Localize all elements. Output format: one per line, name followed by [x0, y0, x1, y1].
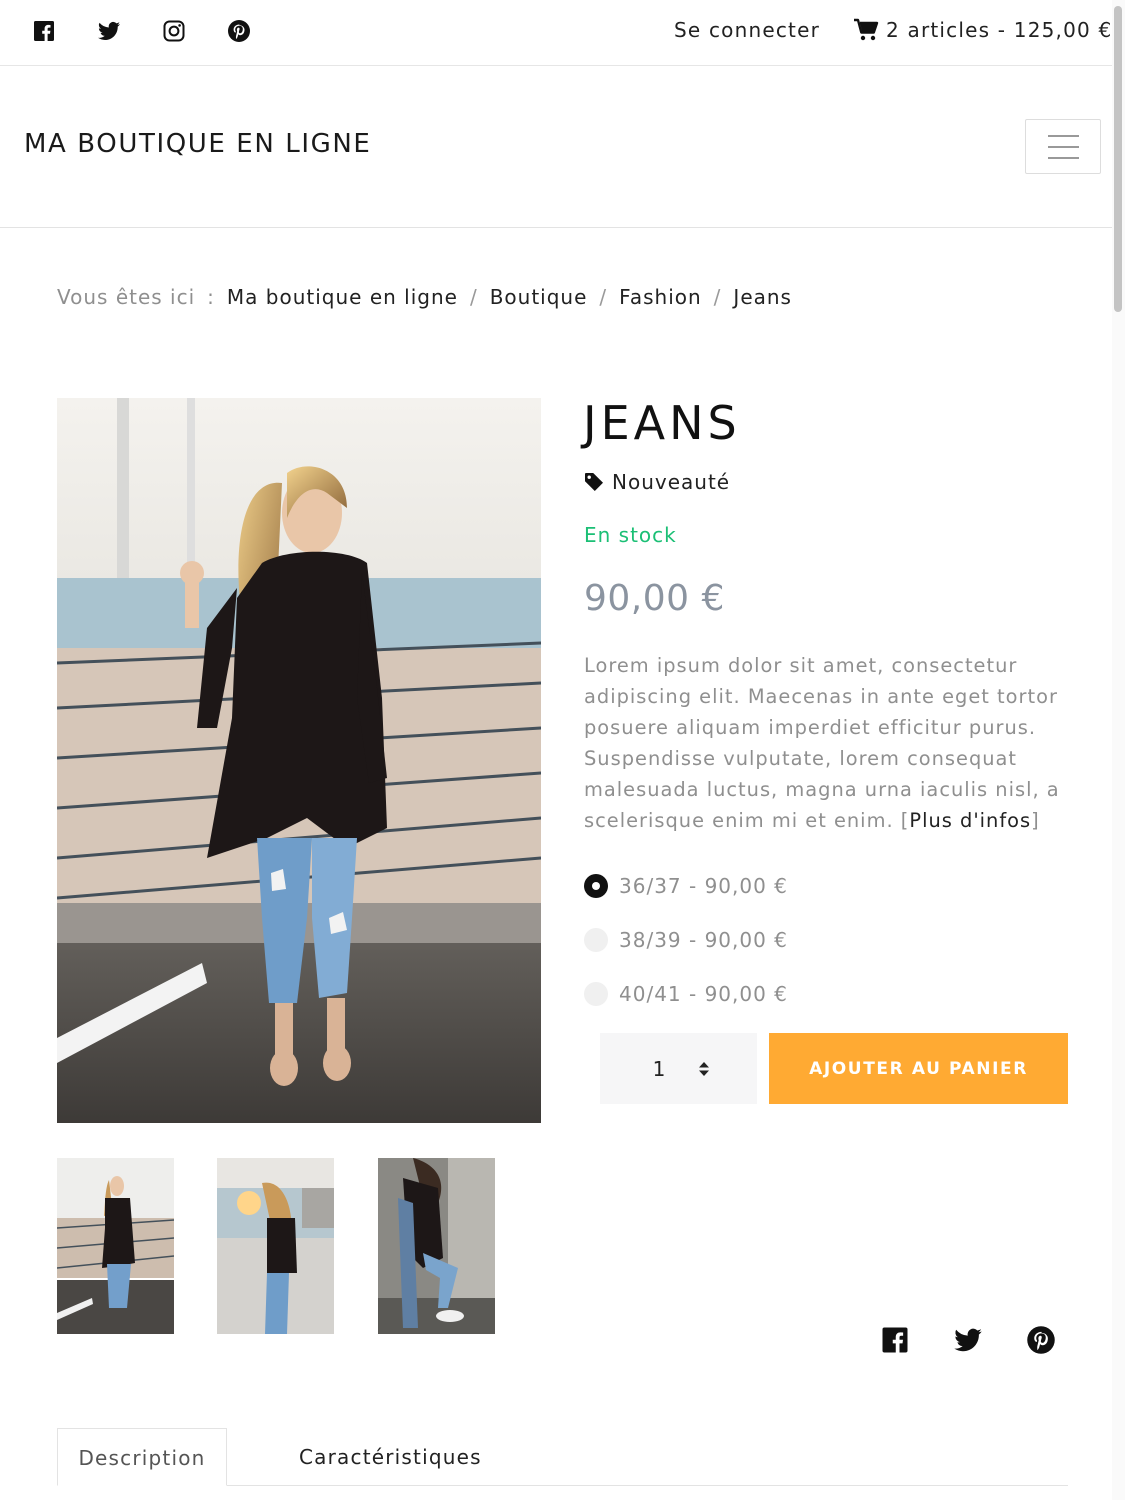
- tab-description[interactable]: Description: [57, 1428, 227, 1486]
- breadcrumb-colon: :: [207, 285, 215, 309]
- breadcrumb-separator: /: [713, 285, 722, 309]
- breadcrumb: Vous êtes ici : Ma boutique en ligne / B…: [57, 285, 792, 309]
- product-page: Se connecter 2 articles - 125,00 € MA BO…: [0, 0, 1125, 1500]
- breadcrumb-separator: /: [599, 285, 608, 309]
- spinner-arrows-icon[interactable]: [694, 1059, 714, 1079]
- stock-status: En stock: [584, 523, 677, 547]
- add-to-cart-button[interactable]: AJOUTER AU PANIER: [769, 1033, 1068, 1104]
- variant-label: 40/41 - 90,00 €: [619, 982, 788, 1006]
- instagram-icon[interactable]: [162, 19, 186, 43]
- radio-unselected[interactable]: [584, 982, 608, 1006]
- variant-label: 38/39 - 90,00 €: [619, 928, 788, 952]
- breadcrumb-item-boutique[interactable]: Boutique: [490, 285, 588, 309]
- cart-icon: [854, 18, 879, 41]
- pinterest-icon[interactable]: [1026, 1325, 1056, 1355]
- twitter-icon[interactable]: [953, 1325, 983, 1355]
- login-link[interactable]: Se connecter: [674, 18, 820, 42]
- product-thumbnail[interactable]: [57, 1158, 174, 1334]
- social-links: [32, 19, 292, 43]
- variant-option[interactable]: 36/37 - 90,00 €: [584, 874, 788, 898]
- site-logo-text[interactable]: MA BOUTIQUE EN LIGNE: [24, 129, 371, 159]
- product-short-description: Lorem ipsum dolor sit amet, consectetur …: [584, 650, 1074, 836]
- share-links: [880, 1325, 1099, 1355]
- quantity-input[interactable]: [600, 1033, 700, 1104]
- pinterest-icon[interactable]: [227, 19, 251, 43]
- tab-caracteristiques[interactable]: Caractéristiques: [299, 1428, 482, 1486]
- cart-summary-text: 2 articles - 125,00 €: [886, 18, 1113, 42]
- product-price: 90,00 €: [584, 578, 725, 619]
- breadcrumb-separator: /: [469, 285, 478, 309]
- twitter-icon[interactable]: [97, 19, 121, 43]
- product-thumbnail[interactable]: [217, 1158, 334, 1334]
- description-text: Lorem ipsum dolor sit amet, consectetur …: [584, 654, 1060, 832]
- breadcrumb-prefix: Vous êtes ici: [57, 285, 196, 309]
- breadcrumb-item-fashion[interactable]: Fashion: [619, 285, 702, 309]
- variant-option[interactable]: 40/41 - 90,00 €: [584, 982, 788, 1006]
- cart-summary-link[interactable]: 2 articles - 125,00 €: [853, 18, 1112, 42]
- product-title: JEANS: [583, 396, 741, 450]
- scrollbar-thumb[interactable]: [1114, 6, 1122, 312]
- breadcrumb-item-jeans[interactable]: Jeans: [733, 285, 792, 309]
- radio-unselected[interactable]: [584, 928, 608, 952]
- facebook-icon[interactable]: [880, 1325, 910, 1355]
- more-info-bracket-close: ]: [1031, 809, 1040, 832]
- breadcrumb-item-home[interactable]: Ma boutique en ligne: [227, 285, 458, 309]
- radio-selected[interactable]: [584, 874, 608, 898]
- variant-label: 36/37 - 90,00 €: [619, 874, 788, 898]
- variant-option[interactable]: 38/39 - 90,00 €: [584, 928, 788, 952]
- quantity-stepper: [600, 1033, 757, 1104]
- facebook-icon[interactable]: [32, 19, 56, 43]
- tag-label: Nouveauté: [612, 470, 731, 494]
- product-tag[interactable]: Nouveauté: [584, 470, 730, 494]
- more-info-link[interactable]: Plus d'infos: [909, 809, 1031, 832]
- site-header: MA BOUTIQUE EN LIGNE: [0, 66, 1112, 228]
- product-thumbnail[interactable]: [378, 1158, 495, 1334]
- tag-icon: [585, 473, 603, 491]
- hamburger-menu-icon[interactable]: [1025, 119, 1101, 174]
- top-bar: Se connecter 2 articles - 125,00 €: [0, 0, 1112, 66]
- product-main-image[interactable]: [57, 398, 541, 1123]
